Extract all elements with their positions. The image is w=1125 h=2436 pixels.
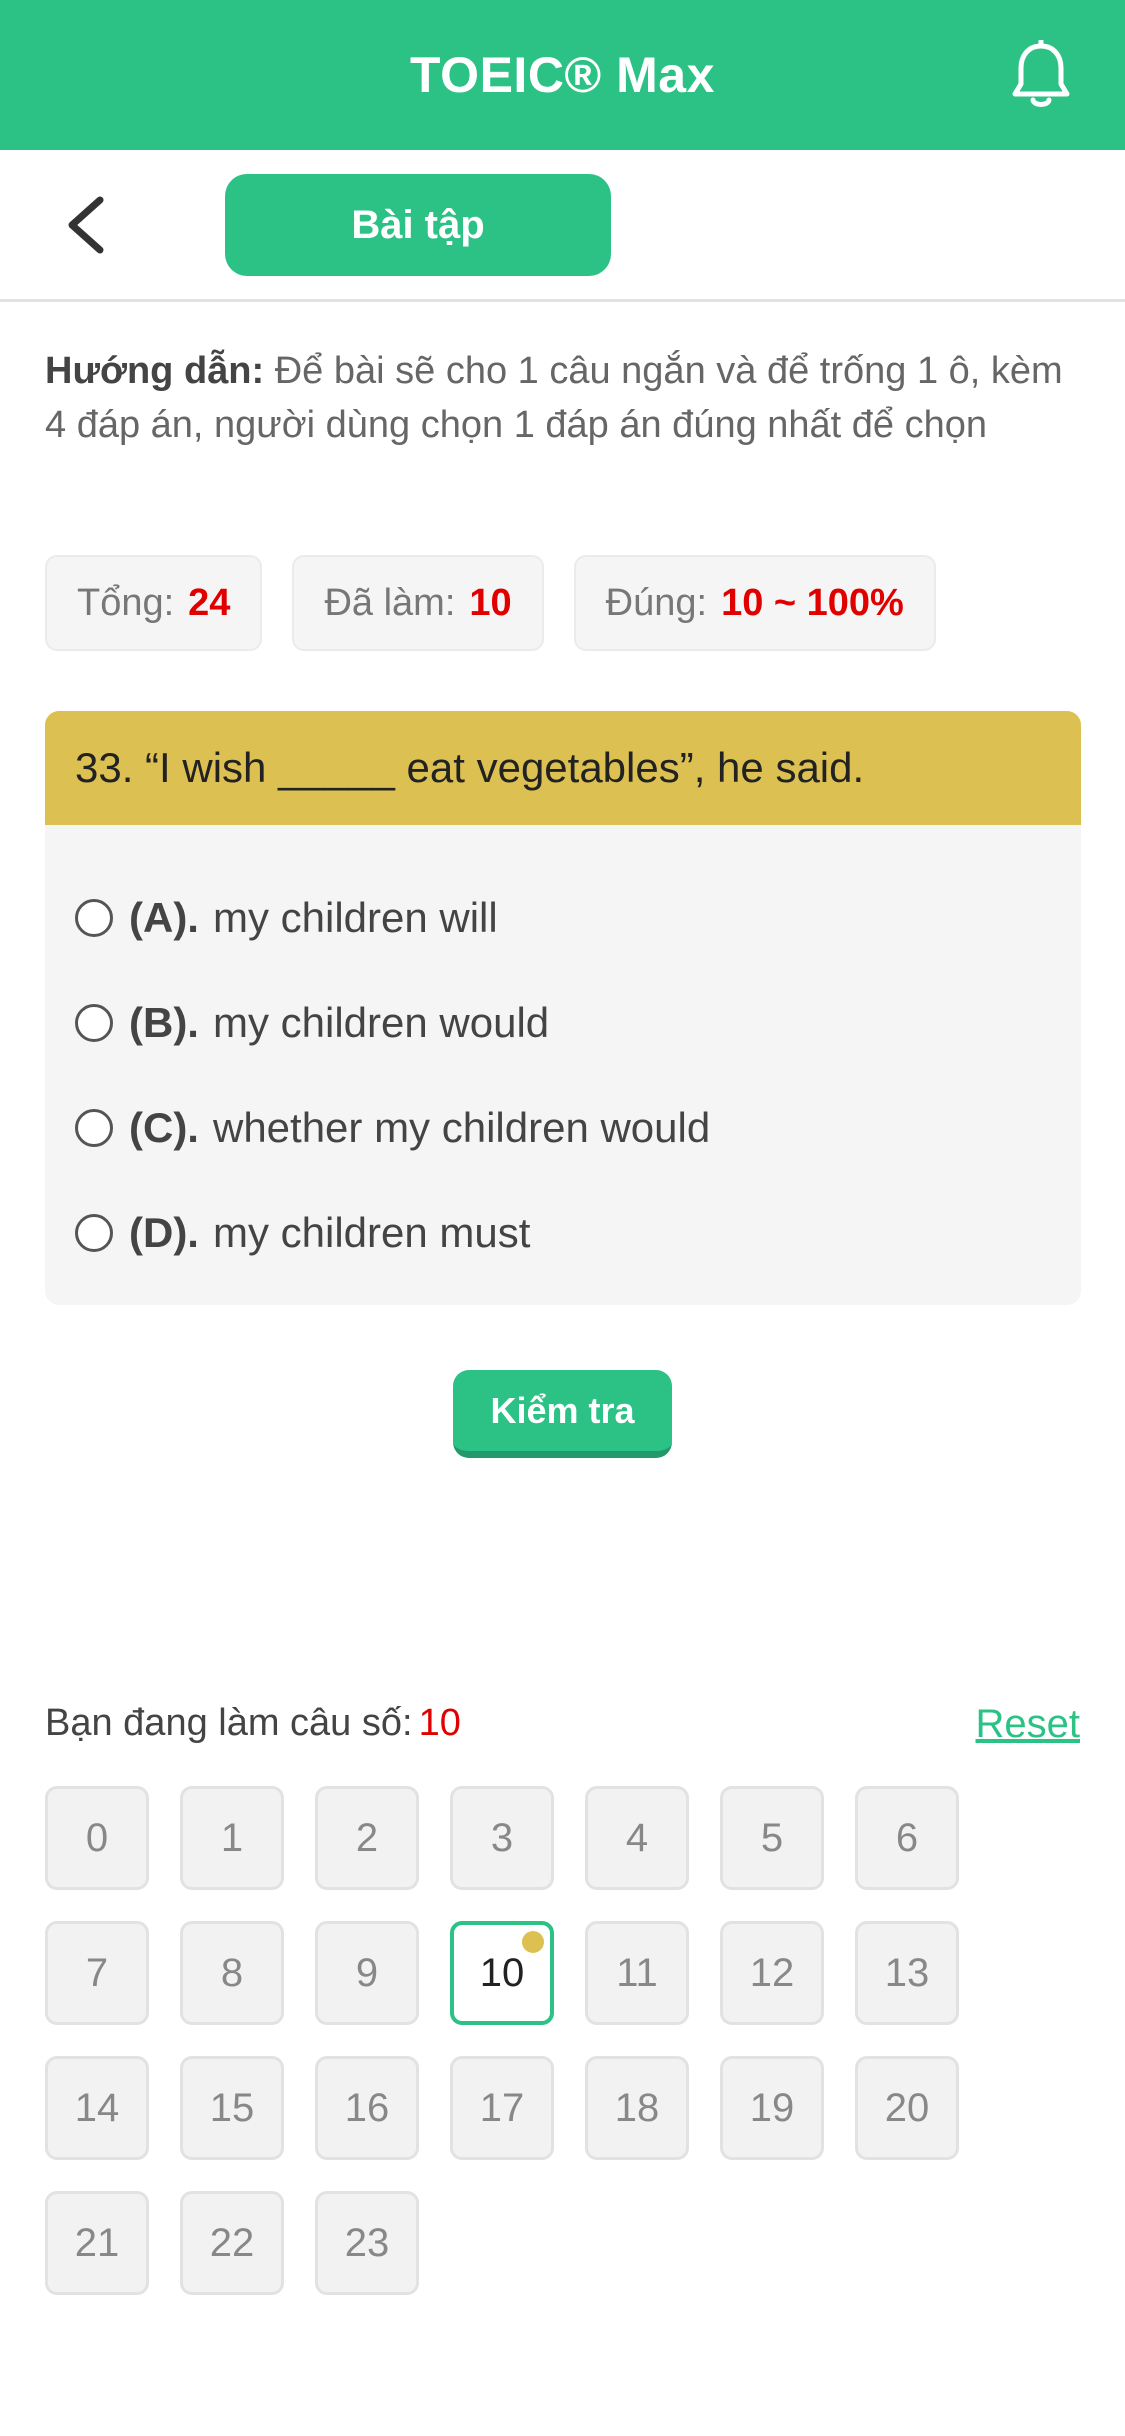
option-text: my children must — [212, 1208, 531, 1256]
question-number-label: 18 — [614, 2085, 660, 2130]
question-number-cell[interactable]: 8 — [180, 1921, 284, 2025]
question-number-label: 22 — [209, 2220, 255, 2265]
stat-total-label: Tổng: — [77, 581, 175, 624]
instruction-text: Hướng dẫn: Để bài sẽ cho 1 câu ngắn và đ… — [45, 344, 1085, 452]
app-title: TOEIC® Max — [410, 47, 715, 103]
stat-correct-label: Đúng: — [605, 581, 708, 624]
question-number-cell[interactable]: 0 — [45, 1786, 149, 1890]
question-number-label: 3 — [490, 1815, 514, 1860]
question-number-label: 1 — [220, 1815, 244, 1860]
option-a[interactable]: (A). my children will — [45, 865, 1081, 970]
question-number-label: 5 — [760, 1815, 784, 1860]
chevron-left-icon[interactable] — [62, 194, 110, 256]
stat-total-value: 24 — [188, 581, 231, 624]
question-number-cell[interactable]: 15 — [180, 2056, 284, 2160]
question-number-label: 2 — [355, 1815, 379, 1860]
nav-bar: Bài tập — [0, 150, 1125, 302]
option-b[interactable]: (B). my children would — [45, 970, 1081, 1075]
option-text: my children would — [212, 998, 550, 1046]
question-number-cell[interactable]: 11 — [585, 1921, 689, 2025]
question-number-cell[interactable]: 12 — [720, 1921, 824, 2025]
question-number-label: 11 — [616, 1950, 658, 1995]
answer-options: (A). my children will (B). my children w… — [45, 825, 1081, 1285]
option-text: whether my children would — [212, 1103, 711, 1151]
question-number-label: 17 — [479, 2085, 525, 2130]
question-number-label: 9 — [355, 1950, 379, 1995]
current-question-indicator: Bạn đang làm câu số: 10 — [45, 1702, 461, 1745]
question-number-cell[interactable]: 7 — [45, 1921, 149, 2025]
question-number-cell[interactable]: 3 — [450, 1786, 554, 1890]
option-d[interactable]: (D). my children must — [45, 1180, 1081, 1285]
stat-correct-value: 10 ~ 100% — [721, 581, 904, 624]
question-number-cell[interactable]: 22 — [180, 2191, 284, 2295]
question-number-label: 7 — [85, 1950, 109, 1995]
question-number-cell[interactable]: 10 — [450, 1921, 554, 2025]
option-label: (B). — [129, 998, 199, 1046]
radio-icon[interactable] — [75, 1003, 113, 1042]
question-number-cell[interactable]: 1 — [180, 1786, 284, 1890]
bell-icon[interactable] — [1009, 40, 1073, 112]
question-number-cell[interactable]: 5 — [720, 1786, 824, 1890]
question-number-cell[interactable]: 9 — [315, 1921, 419, 2025]
option-label: (D). — [129, 1208, 199, 1256]
current-indicator-dot — [522, 1931, 544, 1953]
question-number-cell[interactable]: 4 — [585, 1786, 689, 1890]
stat-total: Tổng: 24 — [45, 555, 263, 651]
question-number-cell[interactable]: 16 — [315, 2056, 419, 2160]
current-question-number: 10 — [418, 1702, 461, 1744]
app: TOEIC® Max Bài tập Hướng dẫn: Để bài sẽ … — [0, 0, 1125, 2436]
question-number-label: 16 — [344, 2085, 390, 2130]
question-number-cell[interactable]: 21 — [45, 2191, 149, 2295]
option-text: my children will — [212, 893, 498, 941]
question-number-label: 10 — [479, 1950, 525, 1995]
question-number-cell[interactable]: 19 — [720, 2056, 824, 2160]
option-label: (A). — [129, 893, 199, 941]
question-number-label: 20 — [884, 2085, 930, 2130]
question-number-label: 12 — [749, 1950, 795, 1995]
question-number-label: 23 — [344, 2220, 390, 2265]
current-question-label: Bạn đang làm câu số: — [45, 1702, 413, 1744]
radio-icon[interactable] — [75, 1108, 113, 1147]
stat-correct: Đúng: 10 ~ 100% — [573, 555, 936, 651]
stat-done-value: 10 — [469, 581, 512, 624]
radio-icon[interactable] — [75, 1213, 113, 1252]
question-number-cell[interactable]: 14 — [45, 2056, 149, 2160]
question-number-label: 6 — [895, 1815, 919, 1860]
question-number-cell[interactable]: 20 — [855, 2056, 959, 2160]
question-number-cell[interactable]: 13 — [855, 1921, 959, 2025]
exercise-tab-button[interactable]: Bài tập — [225, 174, 611, 276]
stat-done: Đã làm: 10 — [292, 555, 544, 651]
instruction-label: Hướng dẫn: — [45, 350, 265, 392]
question-number-label: 19 — [749, 2085, 795, 2130]
question-number-cell[interactable]: 23 — [315, 2191, 419, 2295]
question-number-label: 21 — [74, 2220, 120, 2265]
question-number-label: 4 — [625, 1815, 649, 1860]
radio-icon[interactable] — [75, 898, 113, 937]
reset-link[interactable]: Reset — [976, 1702, 1081, 1747]
stats-row: Tổng: 24 Đã làm: 10 Đúng: 10 ~ 100% — [45, 555, 936, 651]
question-number-cell[interactable]: 17 — [450, 2056, 554, 2160]
app-header: TOEIC® Max — [0, 0, 1125, 150]
question-number-label: 13 — [884, 1950, 930, 1995]
check-button[interactable]: Kiểm tra — [453, 1370, 672, 1458]
option-label: (C). — [129, 1103, 199, 1151]
stat-done-label: Đã làm: — [324, 581, 456, 624]
question-text: 33. “I wish _____ eat vegetables”, he sa… — [45, 711, 1081, 825]
question-number-cell[interactable]: 6 — [855, 1786, 959, 1890]
question-number-label: 14 — [74, 2085, 120, 2130]
option-c[interactable]: (C). whether my children would — [45, 1075, 1081, 1180]
question-number-label: 15 — [209, 2085, 255, 2130]
question-card: 33. “I wish _____ eat vegetables”, he sa… — [45, 711, 1081, 1305]
question-number-cell[interactable]: 2 — [315, 1786, 419, 1890]
question-number-grid: 0 1 2 3 4 5 6 7 8 9 10 11 12 13 14 15 16 17 18 19 20 21 22 23 — [45, 1786, 959, 2295]
question-number-label: 8 — [220, 1950, 244, 1995]
question-number-cell[interactable]: 18 — [585, 2056, 689, 2160]
question-number-label: 0 — [85, 1815, 109, 1860]
